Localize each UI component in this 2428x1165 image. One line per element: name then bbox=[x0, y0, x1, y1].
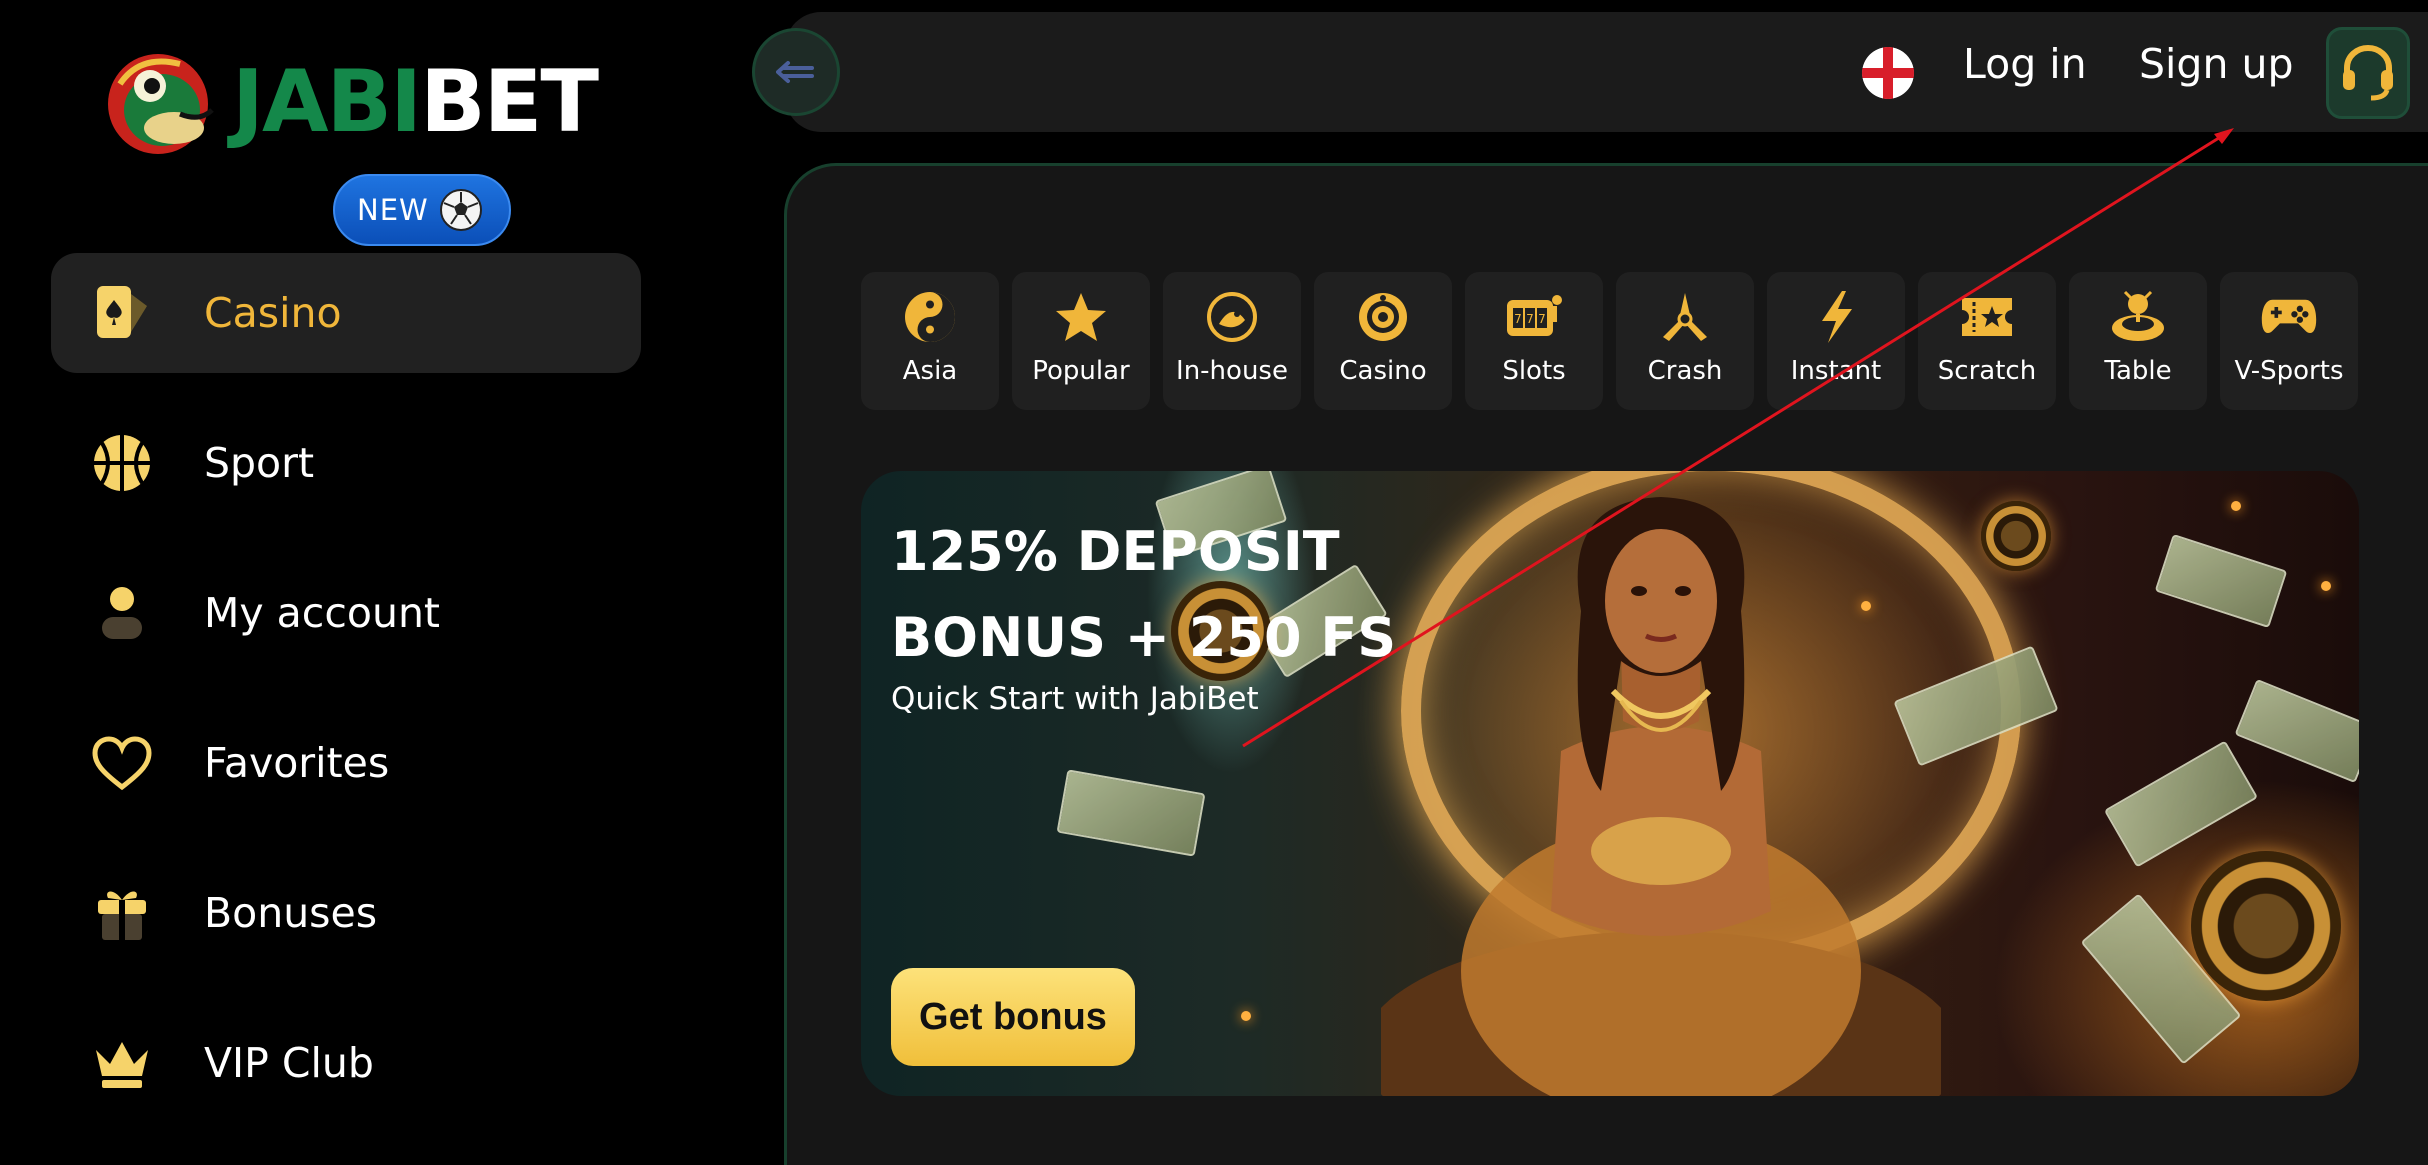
casino-chip-image bbox=[2191, 851, 2341, 1001]
banner-title-line1: 125% DEPOSIT bbox=[891, 520, 1340, 583]
roulette-icon bbox=[1354, 288, 1412, 346]
collapse-sidebar-button[interactable] bbox=[752, 28, 840, 116]
banknote-image bbox=[2234, 678, 2359, 784]
sidebar-item-label: Sport bbox=[204, 439, 315, 487]
banner-subtitle: Quick Start with JabiBet bbox=[891, 681, 1259, 717]
sidebar-item-vip-club[interactable]: VIP Club bbox=[51, 1003, 641, 1123]
banknote-image bbox=[1056, 769, 1206, 857]
category-v-sports[interactable]: V-Sports bbox=[2220, 272, 2358, 410]
category-asia[interactable]: Asia bbox=[861, 272, 999, 410]
sidebar-nav: Casino Sport My account Favorites Bonuse bbox=[51, 253, 641, 1153]
jabibet-logo[interactable]: JABIBET bbox=[100, 44, 599, 160]
star-icon bbox=[1052, 288, 1110, 346]
svg-text:7: 7 bbox=[1514, 312, 1522, 326]
category-label: Table bbox=[2104, 356, 2172, 386]
sidebar-item-bonuses[interactable]: Bonuses bbox=[51, 853, 641, 973]
category-bar: Asia Popular In-house Casino 777 Slots C… bbox=[861, 272, 2358, 410]
category-label: Instant bbox=[1790, 356, 1882, 386]
lightning-icon bbox=[1807, 288, 1865, 346]
sparkle bbox=[1861, 601, 1871, 611]
sidebar-item-label: My account bbox=[204, 589, 441, 637]
sidebar-item-sport[interactable]: Sport bbox=[51, 403, 641, 523]
svg-text:7: 7 bbox=[1526, 312, 1534, 326]
frog-mascot-icon bbox=[108, 54, 214, 154]
banknote-image bbox=[2103, 740, 2259, 868]
sparkle bbox=[1241, 1011, 1251, 1021]
card-icon bbox=[91, 282, 153, 344]
gamepad-icon bbox=[2260, 288, 2318, 346]
frog-coin-icon bbox=[1203, 288, 1261, 346]
category-instant[interactable]: Instant bbox=[1767, 272, 1905, 410]
sidebar-item-label: Casino bbox=[204, 289, 342, 337]
category-popular[interactable]: Popular bbox=[1012, 272, 1150, 410]
basketball-icon bbox=[91, 432, 153, 494]
category-casino[interactable]: Casino bbox=[1314, 272, 1452, 410]
propeller-icon bbox=[1656, 288, 1714, 346]
sidebar-item-favorites[interactable]: Favorites bbox=[51, 703, 641, 823]
category-label: Slots bbox=[1502, 356, 1566, 386]
england-flag-icon[interactable] bbox=[1862, 47, 1914, 99]
signup-link[interactable]: Sign up bbox=[2139, 40, 2293, 88]
sidebar-item-label: VIP Club bbox=[204, 1039, 374, 1087]
heart-icon bbox=[91, 732, 153, 794]
new-badge-label: NEW bbox=[357, 193, 429, 227]
support-button[interactable] bbox=[2326, 27, 2410, 119]
category-scratch[interactable]: Scratch bbox=[1918, 272, 2056, 410]
category-slots[interactable]: 777 Slots bbox=[1465, 272, 1603, 410]
user-icon bbox=[91, 582, 153, 644]
banner-title-line2: BONUS + 250 FS bbox=[891, 606, 1397, 669]
category-label: Scratch bbox=[1937, 356, 2037, 386]
category-label: Asia bbox=[902, 356, 958, 386]
category-label: In-house bbox=[1176, 356, 1288, 386]
slot-machine-icon: 777 bbox=[1505, 288, 1563, 346]
svg-text:7: 7 bbox=[1538, 312, 1546, 326]
crown-icon bbox=[91, 1032, 153, 1094]
table-game-icon bbox=[2109, 288, 2167, 346]
promo-banner[interactable]: 125% DEPOSIT BONUS + 250 FS Quick Start … bbox=[861, 471, 2359, 1096]
sport-new-badge: NEW bbox=[333, 174, 511, 246]
category-in-house[interactable]: In-house bbox=[1163, 272, 1301, 410]
sidebar-item-label: Bonuses bbox=[204, 889, 378, 937]
category-label: Crash bbox=[1647, 356, 1723, 386]
sidebar: JABIBET Casino Sport My account Favorite… bbox=[0, 0, 700, 1165]
ticket-icon bbox=[1958, 288, 2016, 346]
soccer-ball-icon bbox=[439, 189, 482, 231]
category-label: Popular bbox=[1032, 356, 1130, 386]
logo-wordmark: JABIBET bbox=[232, 52, 599, 152]
category-label: V-Sports bbox=[2234, 356, 2344, 386]
category-crash[interactable]: Crash bbox=[1616, 272, 1754, 410]
headset-icon bbox=[2343, 44, 2393, 101]
casino-chip-image bbox=[1981, 501, 2051, 571]
login-link[interactable]: Log in bbox=[1963, 40, 2087, 88]
gift-icon bbox=[91, 882, 153, 944]
category-label: Casino bbox=[1339, 356, 1427, 386]
sidebar-item-casino[interactable]: Casino bbox=[51, 253, 641, 373]
sidebar-item-label: Favorites bbox=[204, 739, 390, 787]
sparkle bbox=[2231, 501, 2241, 511]
category-table[interactable]: Table bbox=[2069, 272, 2207, 410]
sparkle bbox=[2321, 581, 2331, 591]
get-bonus-button[interactable]: Get bonus bbox=[891, 968, 1135, 1066]
sidebar-item-my-account[interactable]: My account bbox=[51, 553, 641, 673]
banknote-image bbox=[2154, 533, 2288, 629]
yin-yang-icon bbox=[901, 288, 959, 346]
arrow-left-icon bbox=[776, 61, 814, 83]
banner-title: 125% DEPOSIT BONUS + 250 FS bbox=[891, 509, 1491, 681]
